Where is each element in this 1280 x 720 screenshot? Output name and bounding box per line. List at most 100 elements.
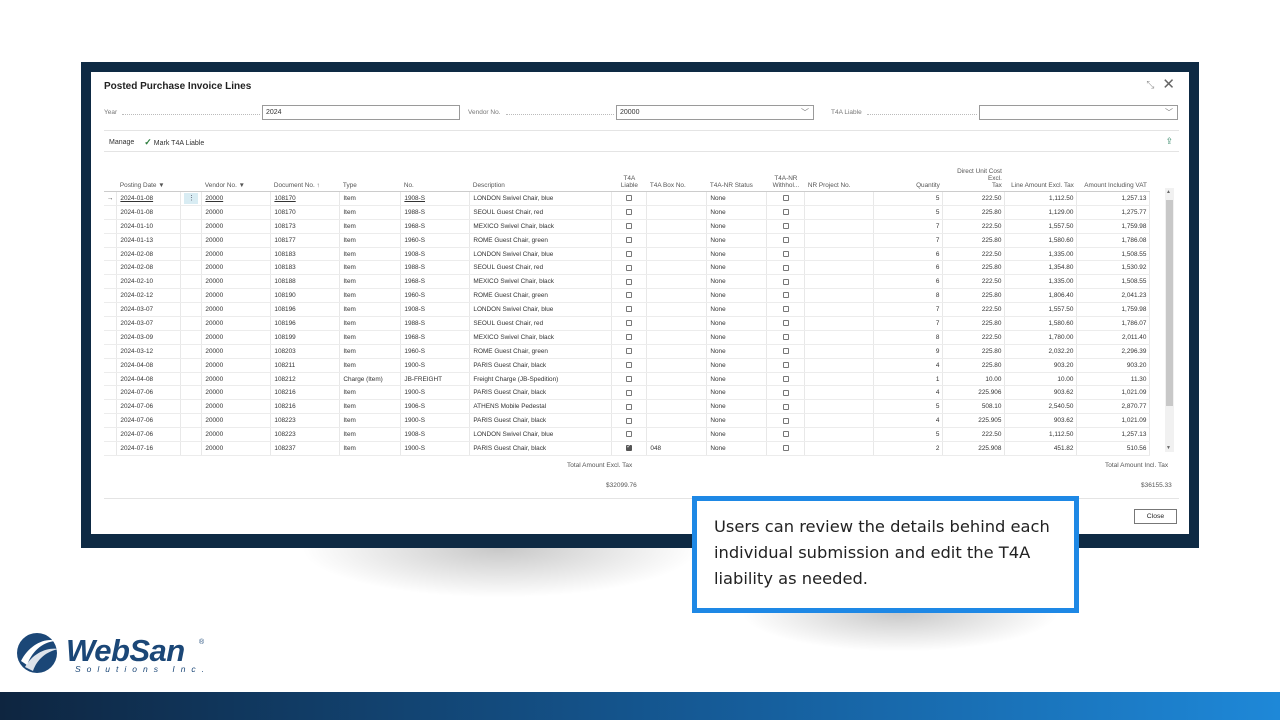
cell-description[interactable]: ROME Guest Chair, green <box>469 288 613 304</box>
close-button[interactable]: Close <box>1134 509 1177 524</box>
t4a-liable-checkbox[interactable] <box>626 278 633 285</box>
scroll-up-icon[interactable]: ▲ <box>1166 189 1171 195</box>
cell-nr-project[interactable] <box>804 274 875 290</box>
cell-t4a-box[interactable] <box>646 372 708 387</box>
cell-t4a-box[interactable] <box>646 191 708 206</box>
col-nr-project[interactable]: NR Project No. <box>804 168 874 192</box>
row-menu[interactable] <box>180 288 203 304</box>
table-row[interactable]: 2024-07-06 20000 108223 Item 1900-S PARIS Gue… <box>104 413 1151 429</box>
cell-nr-project[interactable] <box>804 302 875 318</box>
cell-vendor-no[interactable]: 20000 <box>201 413 272 429</box>
cell-direct-cost[interactable]: 225.80 <box>942 205 1006 220</box>
table-row[interactable]: 2024-02-08 20000 108183 Item 1908-S LONDON Sw… <box>104 247 1151 262</box>
t4a-liable-checkbox[interactable] <box>626 236 633 243</box>
mark-t4a-button[interactable]: ✓ Mark T4A Liable <box>144 137 204 148</box>
row-indicator[interactable] <box>104 219 118 234</box>
cell-line-amount[interactable]: 1,335.00 <box>1004 247 1078 262</box>
table-row[interactable]: 2024-02-10 20000 108188 Item 1968-S MEXICO Sw… <box>104 274 1151 290</box>
cell-no[interactable]: 1988-S <box>400 260 471 276</box>
collapse-icon[interactable]: ⤡ <box>1146 80 1154 91</box>
cell-type[interactable]: Item <box>339 191 402 206</box>
cell-vendor-no[interactable]: 20000 <box>201 330 272 345</box>
cell-nr-project[interactable] <box>804 219 875 234</box>
cell-no[interactable]: 1960-S <box>400 288 471 304</box>
col-t4a-liable[interactable]: T4A Liable <box>611 168 647 192</box>
row-indicator[interactable]: → <box>104 191 118 206</box>
cell-type[interactable]: Item <box>339 288 402 304</box>
cell-direct-cost[interactable]: 225.908 <box>942 441 1006 456</box>
cell-amount-vat[interactable]: 2,041.23 <box>1076 288 1151 304</box>
cell-document-no[interactable]: 108170 <box>270 191 341 206</box>
cell-no[interactable]: 1908-S <box>400 247 471 262</box>
cell-nr-status[interactable]: None <box>706 302 768 318</box>
nr-withhold-checkbox[interactable] <box>782 334 789 341</box>
cell-vendor-no[interactable]: 20000 <box>201 316 272 331</box>
cell-amount-vat[interactable]: 1,759.98 <box>1076 219 1151 234</box>
cell-document-no[interactable]: 108237 <box>270 441 341 456</box>
cell-amount-vat[interactable]: 1,257.13 <box>1076 191 1151 206</box>
cell-direct-cost[interactable]: 222.50 <box>942 247 1006 262</box>
cell-amount-vat[interactable]: 1,257.13 <box>1076 427 1151 443</box>
cell-nr-status[interactable]: None <box>706 413 768 429</box>
t4a-liable-checkbox[interactable] <box>626 403 633 410</box>
cell-nr-withhold[interactable] <box>766 260 806 276</box>
cell-direct-cost[interactable]: 222.50 <box>942 219 1006 234</box>
cell-t4a-liable[interactable] <box>611 247 648 262</box>
cell-line-amount[interactable]: 1,129.00 <box>1004 205 1078 220</box>
cell-t4a-box[interactable] <box>646 358 708 373</box>
cell-description[interactable]: Freight Charge (JB-Spedition) <box>469 372 613 387</box>
col-direct-cost[interactable]: Direct Unit Cost Excl. Tax <box>942 168 1005 192</box>
cell-vendor-no[interactable]: 20000 <box>201 233 272 248</box>
cell-description[interactable]: PARIS Guest Chair, black <box>469 413 613 429</box>
nr-withhold-checkbox[interactable] <box>782 348 789 355</box>
cell-document-no[interactable]: 108196 <box>270 316 341 331</box>
cell-description[interactable]: LONDON Swivel Chair, blue <box>469 191 613 206</box>
table-row[interactable]: 2024-07-06 20000 108223 Item 1908-S LONDON Sw… <box>104 427 1151 443</box>
cell-nr-withhold[interactable] <box>766 302 806 318</box>
cell-t4a-liable[interactable] <box>611 330 648 345</box>
row-menu[interactable] <box>180 344 203 359</box>
row-menu[interactable] <box>180 330 203 345</box>
cell-t4a-liable[interactable] <box>611 427 648 443</box>
row-indicator[interactable] <box>104 205 118 220</box>
cell-nr-status[interactable]: None <box>706 191 768 206</box>
cell-description[interactable]: LONDON Swivel Chair, blue <box>469 302 613 318</box>
cell-description[interactable]: ROME Guest Chair, green <box>469 344 613 359</box>
row-indicator[interactable] <box>104 385 118 401</box>
t4a-liable-checkbox[interactable] <box>626 223 633 230</box>
cell-nr-project[interactable] <box>804 233 875 248</box>
cell-quantity[interactable]: 4 <box>873 413 944 429</box>
cell-nr-withhold[interactable] <box>766 316 806 331</box>
cell-t4a-box[interactable] <box>646 205 708 220</box>
cell-quantity[interactable]: 4 <box>873 358 944 373</box>
cell-nr-status[interactable]: None <box>706 288 768 304</box>
cell-nr-withhold[interactable] <box>766 219 806 234</box>
cell-t4a-box[interactable] <box>646 302 708 318</box>
col-document-no[interactable]: Document No. ↑ <box>270 168 340 192</box>
t4a-liable-checkbox[interactable] <box>626 375 633 382</box>
cell-direct-cost[interactable]: 508.10 <box>942 399 1006 415</box>
cell-line-amount[interactable]: 903.62 <box>1004 413 1078 429</box>
cell-document-no[interactable]: 108183 <box>270 247 341 262</box>
cell-nr-withhold[interactable] <box>766 191 806 206</box>
cell-nr-project[interactable] <box>804 413 875 429</box>
cell-document-no[interactable]: 108212 <box>270 372 341 387</box>
cell-type[interactable]: Item <box>339 358 402 373</box>
row-indicator[interactable] <box>104 233 118 248</box>
cell-quantity[interactable]: 5 <box>873 205 944 220</box>
cell-no[interactable]: 1908-S <box>400 191 471 206</box>
cell-nr-withhold[interactable] <box>766 358 806 373</box>
cell-direct-cost[interactable]: 225.80 <box>942 260 1006 276</box>
cell-amount-vat[interactable]: 1,508.55 <box>1076 274 1151 290</box>
scroll-down-icon[interactable]: ▼ <box>1166 445 1171 451</box>
cell-vendor-no[interactable]: 20000 <box>201 358 272 373</box>
t4a-liable-checkbox[interactable] <box>626 306 633 313</box>
cell-amount-vat[interactable]: 2,011.40 <box>1076 330 1151 345</box>
cell-nr-withhold[interactable] <box>766 372 806 387</box>
nr-withhold-checkbox[interactable] <box>782 223 789 230</box>
cell-document-no[interactable]: 108211 <box>270 358 341 373</box>
t4a-liable-checkbox[interactable] <box>626 250 633 257</box>
vendor-select[interactable]: 20000 ﹀ <box>616 105 814 120</box>
cell-nr-withhold[interactable] <box>766 274 806 290</box>
cell-vendor-no[interactable]: 20000 <box>201 399 272 415</box>
